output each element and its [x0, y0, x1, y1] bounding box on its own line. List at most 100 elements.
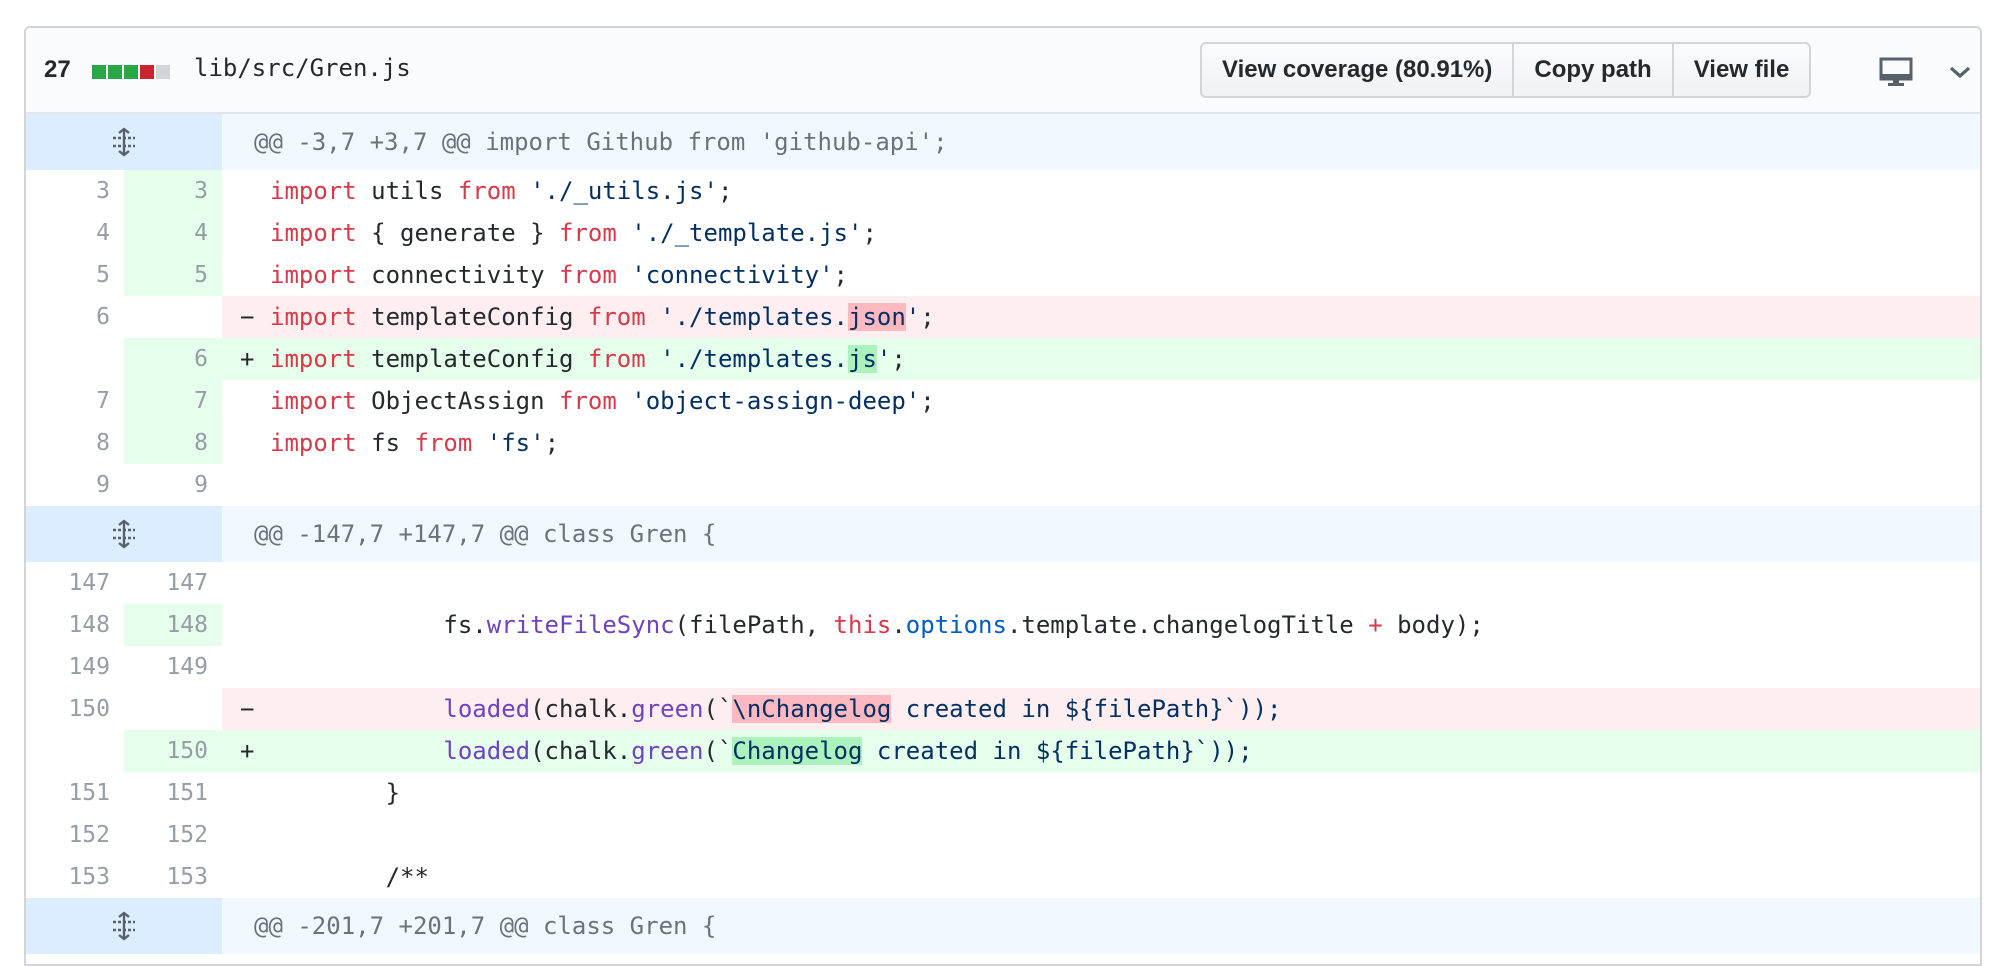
string: 'object-assign-deep'	[631, 387, 921, 415]
diff-line: 151 151 }	[26, 772, 1980, 814]
old-line-number[interactable]: 9	[26, 464, 124, 506]
punct: ;	[833, 261, 848, 289]
diffstat-blocks	[92, 65, 170, 79]
keyword: from	[559, 219, 617, 247]
new-line-number[interactable]: 8	[124, 422, 222, 464]
diff-line: 5 5 import connectivity from 'connectivi…	[26, 254, 1980, 296]
diff-line: 4 4 import { generate } from './_templat…	[26, 212, 1980, 254]
code-line: import { generate } from './_template.js…	[222, 212, 1980, 254]
new-line-number[interactable]: 3	[124, 170, 222, 212]
keyword: from	[587, 345, 646, 373]
new-line-number[interactable]	[124, 296, 222, 338]
new-line-number[interactable]: 6	[124, 338, 222, 380]
keyword: import	[270, 429, 357, 457]
old-line-number[interactable]: 5	[26, 254, 124, 296]
file-path[interactable]: lib/src/Gren.js	[194, 54, 411, 82]
view-file-button[interactable]: View file	[1671, 44, 1810, 96]
minus-marker: −	[240, 695, 255, 723]
old-line-number[interactable]: 147	[26, 562, 124, 604]
new-line-number[interactable]: 149	[124, 646, 222, 688]
new-line-number[interactable]: 9	[124, 464, 222, 506]
diffstat-count: 27	[44, 56, 71, 83]
keyword: import	[270, 219, 357, 247]
new-line-number[interactable]: 152	[124, 814, 222, 856]
code-line: /**	[222, 856, 1980, 898]
old-line-number[interactable]: 3	[26, 170, 124, 212]
new-line-number[interactable]: 151	[124, 772, 222, 814]
diff-line: 149 149	[26, 646, 1980, 688]
new-line-number[interactable]: 147	[124, 562, 222, 604]
diffstat-block-added	[124, 65, 138, 79]
file-actions: View coverage (80.91%) Copy path View fi…	[1200, 42, 1812, 98]
diffstat-block-deleted	[140, 65, 154, 79]
hunk-header-text: @@ -201,7 +201,7 @@ class Gren {	[254, 912, 717, 940]
unfold-icon[interactable]	[26, 506, 222, 562]
old-line-number[interactable]: 148	[26, 604, 124, 646]
new-line-number[interactable]	[124, 688, 222, 730]
old-line-number[interactable]: 7	[26, 380, 124, 422]
identifier: fs	[371, 429, 401, 457]
identifier: fs.	[443, 611, 487, 639]
diff-line: 153 153 /**	[26, 856, 1980, 898]
old-line-number[interactable]: 8	[26, 422, 124, 464]
unfold-icon[interactable]	[26, 114, 222, 170]
code-line: }	[222, 772, 1980, 814]
diffstat-block-added	[108, 65, 122, 79]
hunk-header-text: @@ -147,7 +147,7 @@ class Gren {	[254, 520, 717, 548]
operator: +	[1368, 611, 1383, 639]
unfold-icon[interactable]	[26, 898, 222, 954]
punct: ;	[717, 177, 733, 205]
old-line-number[interactable]	[26, 730, 124, 772]
code-line: − loaded(chalk.green(`\nChangelog create…	[222, 688, 1980, 730]
plus-marker: +	[240, 345, 255, 373]
diff-line: 147 147	[26, 562, 1980, 604]
string-highlight: js	[848, 345, 877, 373]
diff-line-added: 150 + loaded(chalk.green(`Changelog crea…	[26, 730, 1980, 772]
property: options	[905, 611, 1007, 639]
string: './_template.js'	[631, 219, 863, 247]
string-highlight: \nChangelog	[732, 695, 892, 723]
keyword: import	[270, 387, 357, 415]
identifier: (chalk.	[530, 695, 632, 723]
new-line-number[interactable]: 4	[124, 212, 222, 254]
old-line-number[interactable]	[26, 338, 124, 380]
old-line-number[interactable]: 150	[26, 688, 124, 730]
punct: (`	[703, 737, 733, 765]
new-line-number[interactable]: 5	[124, 254, 222, 296]
string: './_utils.js'	[530, 177, 718, 205]
string: './templates.	[660, 345, 848, 373]
punct: ;	[544, 429, 560, 457]
desktop-icon[interactable]	[1876, 52, 1916, 92]
new-line-number[interactable]: 150	[124, 730, 222, 772]
function-name: writeFileSync	[486, 611, 675, 639]
identifier: templateConfig	[371, 345, 574, 373]
view-coverage-button[interactable]: View coverage (80.91%)	[1202, 44, 1512, 96]
code-line: import utils from './_utils.js';	[222, 170, 1980, 212]
comment: /**	[385, 863, 429, 891]
file-diff: 27 lib/src/Gren.js View coverage (80.91%…	[24, 26, 1982, 966]
function-name: green	[631, 737, 704, 765]
identifier: (chalk.	[530, 737, 632, 765]
identifier: templateConfig	[371, 303, 574, 331]
old-line-number[interactable]: 4	[26, 212, 124, 254]
old-line-number[interactable]: 149	[26, 646, 124, 688]
new-line-number[interactable]: 148	[124, 604, 222, 646]
identifier: { generate }	[371, 219, 545, 247]
diff-line-added: 6 + import templateConfig from './templat…	[26, 338, 1980, 380]
old-line-number[interactable]: 152	[26, 814, 124, 856]
new-line-number[interactable]: 7	[124, 380, 222, 422]
diff-line: 152 152	[26, 814, 1980, 856]
identifier: .template.changelogTitle	[1006, 611, 1369, 639]
old-line-number[interactable]: 151	[26, 772, 124, 814]
old-line-number[interactable]: 6	[26, 296, 124, 338]
copy-path-button[interactable]: Copy path	[1512, 44, 1671, 96]
keyword: import	[270, 345, 357, 373]
new-line-number[interactable]: 153	[124, 856, 222, 898]
old-line-number[interactable]: 153	[26, 856, 124, 898]
string: created in ${filePath}`));	[862, 737, 1253, 765]
punct: ;	[920, 303, 935, 331]
chevron-down-icon[interactable]	[1940, 52, 1980, 92]
